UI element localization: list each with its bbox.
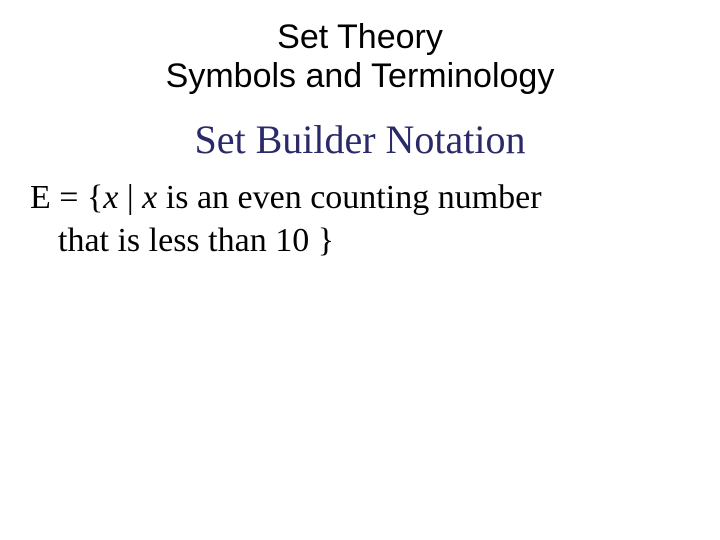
definition-text: E = {x | x is an even counting number th… xyxy=(30,177,690,262)
title-line-1: Set Theory xyxy=(0,18,720,57)
slide-title: Set Theory Symbols and Terminology xyxy=(0,0,720,96)
definition-bar: | xyxy=(118,179,142,216)
definition-line-2: that is less than 10 } xyxy=(30,220,690,263)
definition-var-2: x xyxy=(142,179,157,216)
definition-prefix: E = { xyxy=(30,179,103,216)
definition-mid: is an even counting number xyxy=(157,179,541,216)
title-line-2: Symbols and Terminology xyxy=(0,57,720,96)
definition-var-1: x xyxy=(103,179,118,216)
slide-subtitle: Set Builder Notation xyxy=(0,116,720,163)
